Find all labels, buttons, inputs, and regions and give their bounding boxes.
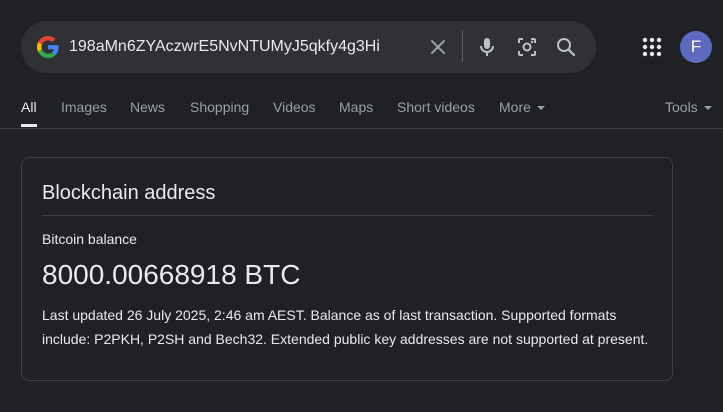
balance-label: Bitcoin balance xyxy=(42,231,137,247)
camera-lens-icon[interactable] xyxy=(515,35,539,59)
tab-maps[interactable]: Maps xyxy=(339,99,373,115)
card-divider xyxy=(42,215,653,216)
search-icon[interactable] xyxy=(554,35,578,59)
blockchain-address-card: Blockchain address Bitcoin balance 8000.… xyxy=(21,157,673,381)
chevron-down-icon xyxy=(703,106,712,111)
balance-value: 8000.00668918 BTC xyxy=(42,259,301,290)
tab-more-label: More xyxy=(499,99,531,115)
search-divider xyxy=(462,31,463,62)
microphone-icon[interactable] xyxy=(475,35,499,59)
chevron-down-icon xyxy=(536,106,545,111)
search-tabs: All Images News Shopping Videos Maps Sho… xyxy=(0,90,723,129)
google-logo xyxy=(37,36,59,58)
tab-images[interactable]: Images xyxy=(61,99,107,115)
apps-grid-icon[interactable] xyxy=(640,35,664,59)
tab-news[interactable]: News xyxy=(130,99,165,115)
balance-note: Last updated 26 July 2025, 2:46 am AEST.… xyxy=(42,303,654,351)
tab-shopping[interactable]: Shopping xyxy=(190,99,249,115)
active-tab-indicator xyxy=(21,124,37,127)
account-avatar[interactable]: F xyxy=(680,31,712,63)
tab-all[interactable]: All xyxy=(21,99,37,115)
search-bar[interactable]: 198aMn6ZYAczwrE5NvNTUMyJ5qkfy4g3Hi xyxy=(21,21,596,73)
balance-note-line-2: include: P2PKH, P2SH and Bech32. Extende… xyxy=(42,331,649,347)
tools-button[interactable]: Tools xyxy=(665,99,712,115)
tab-more[interactable]: More xyxy=(499,99,545,115)
clear-icon[interactable] xyxy=(426,35,450,59)
tab-videos[interactable]: Videos xyxy=(273,99,316,115)
balance-note-line-1: Last updated 26 July 2025, 2:46 am AEST.… xyxy=(42,307,617,323)
search-input[interactable]: 198aMn6ZYAczwrE5NvNTUMyJ5qkfy4g3Hi xyxy=(69,36,409,58)
tab-short-videos[interactable]: Short videos xyxy=(397,99,475,115)
card-title: Blockchain address xyxy=(42,182,216,204)
tools-label: Tools xyxy=(665,99,698,115)
